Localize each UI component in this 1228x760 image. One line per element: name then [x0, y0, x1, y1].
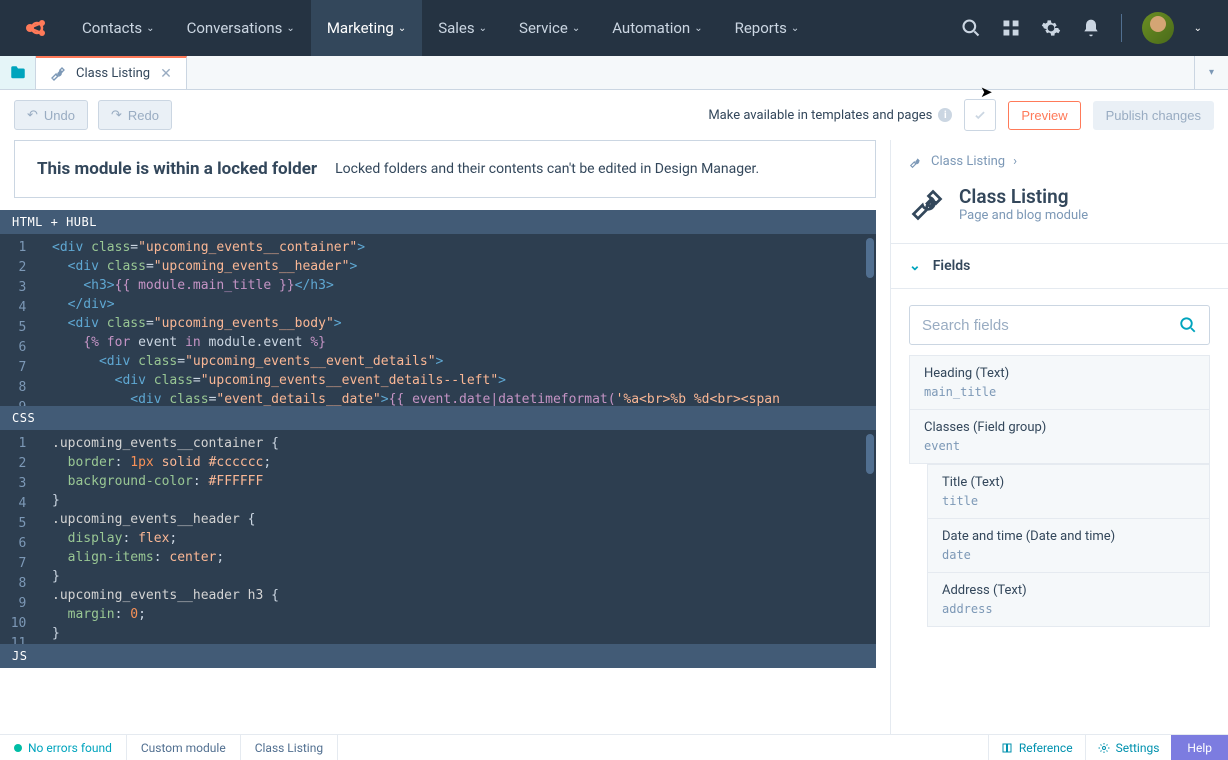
book-icon [1001, 742, 1013, 754]
undo-button[interactable]: ↶Undo [14, 100, 88, 130]
top-navigation: Contacts⌄ Conversations⌄ Marketing⌄ Sale… [0, 0, 1228, 56]
hubspot-logo[interactable] [22, 13, 52, 43]
status-bar: No errors found Custom module Class List… [0, 734, 1228, 760]
status-dot-icon [14, 744, 22, 752]
css-code: .upcoming_events__container { border: 1p… [0, 430, 876, 644]
wrench-icon [909, 155, 923, 169]
gear-icon [1098, 742, 1110, 754]
error-status[interactable]: No errors found [0, 735, 127, 760]
availability-toggle[interactable] [964, 99, 996, 131]
css-section-header[interactable]: CSS [0, 406, 876, 430]
wrench-icon [50, 66, 66, 82]
html-section-header[interactable]: HTML + HUBL [0, 210, 876, 234]
locked-folder-banner: This module is within a locked folder Lo… [14, 140, 876, 198]
folder-tab[interactable] [0, 56, 36, 89]
settings-link[interactable]: Settings [1085, 735, 1172, 760]
nav-conversations[interactable]: Conversations⌄ [171, 0, 311, 56]
tab-overflow[interactable]: ▾ [1194, 56, 1228, 89]
css-editor[interactable]: 1234567891011 .upcoming_events__containe… [0, 430, 876, 644]
user-menu-chevron[interactable]: ⌄ [1194, 23, 1202, 34]
html-editor[interactable]: 123456789 <div class="upcoming_events__c… [0, 234, 876, 406]
chevron-right-icon: › [1013, 154, 1017, 169]
nav-service[interactable]: Service⌄ [503, 0, 596, 56]
file-tab-class-listing[interactable]: Class Listing ✕ [36, 56, 187, 89]
js-section-header[interactable]: JS [0, 644, 876, 668]
right-sidebar: Class Listing › Class Listing Page and b… [890, 140, 1228, 734]
publish-button[interactable]: Publish changes [1093, 101, 1214, 130]
bell-icon[interactable] [1081, 18, 1101, 38]
gear-icon[interactable] [1041, 18, 1061, 38]
module-name: Class Listing [241, 735, 338, 760]
field-heading[interactable]: Heading (Text) main_title [909, 355, 1210, 410]
tab-label: Class Listing [76, 66, 150, 81]
check-icon [973, 108, 987, 122]
redo-icon: ↷ [111, 107, 122, 123]
field-address[interactable]: Address (Text) address [927, 573, 1210, 627]
redo-button[interactable]: ↷Redo [98, 100, 172, 130]
close-icon[interactable]: ✕ [160, 66, 172, 82]
user-avatar[interactable] [1142, 12, 1174, 44]
marketplace-icon[interactable] [1001, 18, 1021, 38]
reference-link[interactable]: Reference [988, 735, 1085, 760]
preview-button[interactable]: Preview [1008, 101, 1080, 130]
availability-label: Make available in templates and pagesi [708, 108, 952, 123]
nav-sales[interactable]: Sales⌄ [422, 0, 503, 56]
nav-marketing[interactable]: Marketing⌄ [311, 0, 422, 56]
search-icon[interactable] [961, 18, 981, 38]
fields-accordion[interactable]: ⌄ Fields [891, 243, 1228, 289]
field-classes[interactable]: Classes (Field group) event [909, 410, 1210, 464]
module-icon [909, 187, 945, 223]
module-title: Class Listing [959, 185, 1088, 208]
nav-reports[interactable]: Reports⌄ [719, 0, 816, 56]
field-title[interactable]: Title (Text) title [927, 464, 1210, 519]
html-code: <div class="upcoming_events__container">… [0, 234, 876, 406]
folder-icon [9, 64, 27, 82]
nav-contacts[interactable]: Contacts⌄ [66, 0, 171, 56]
info-icon[interactable]: i [938, 108, 952, 122]
module-type: Custom module [127, 735, 241, 760]
toolbar: ↶Undo ↷Redo Make available in templates … [0, 90, 1228, 140]
search-fields-input[interactable] [909, 305, 1210, 345]
tab-strip: Class Listing ✕ ▾ [0, 56, 1228, 90]
help-button[interactable]: Help [1171, 735, 1228, 760]
nav-automation[interactable]: Automation⌄ [596, 0, 718, 56]
banner-description: Locked folders and their contents can't … [335, 161, 759, 177]
breadcrumb[interactable]: Class Listing › [891, 140, 1228, 175]
chevron-down-icon: ⌄ [909, 258, 921, 274]
module-subtitle: Page and blog module [959, 208, 1088, 223]
field-date[interactable]: Date and time (Date and time) date [927, 519, 1210, 573]
banner-title: This module is within a locked folder [37, 159, 317, 179]
search-icon [1179, 316, 1197, 334]
undo-icon: ↶ [27, 107, 38, 123]
